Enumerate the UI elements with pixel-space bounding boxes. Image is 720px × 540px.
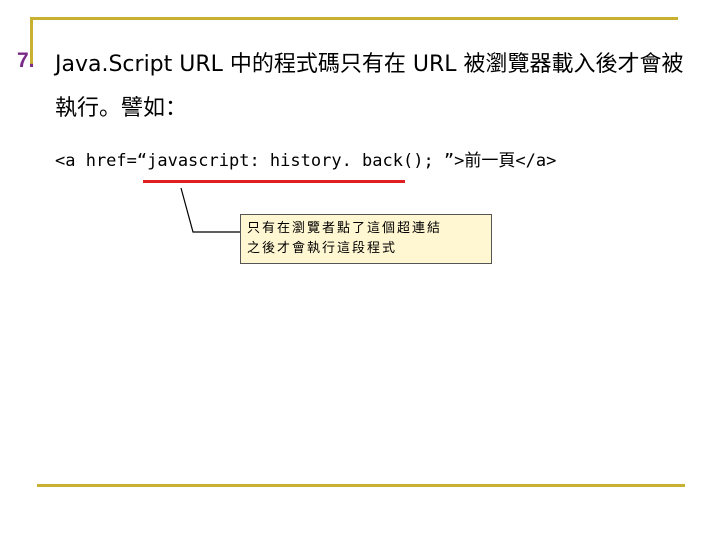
- bullet-number: 7.: [17, 49, 35, 72]
- note-line-1: 只有在瀏覽者點了這個超連結: [247, 221, 443, 236]
- bottom-border-line: [37, 484, 685, 487]
- callout-note: 只有在瀏覽者點了這個超連結 之後才會執行這段程式: [240, 214, 492, 264]
- slide-heading: Java.Script URL 中的程式碼只有在 URL 被瀏覽器載入後才會被執…: [55, 52, 684, 121]
- top-border-line: [30, 17, 678, 20]
- code-underline: [143, 180, 405, 183]
- callout-line: [180, 187, 240, 233]
- note-line-2: 之後才會執行這段程式: [247, 241, 398, 256]
- code-example: <a href=“javascript: history. back(); ”>…: [55, 151, 557, 171]
